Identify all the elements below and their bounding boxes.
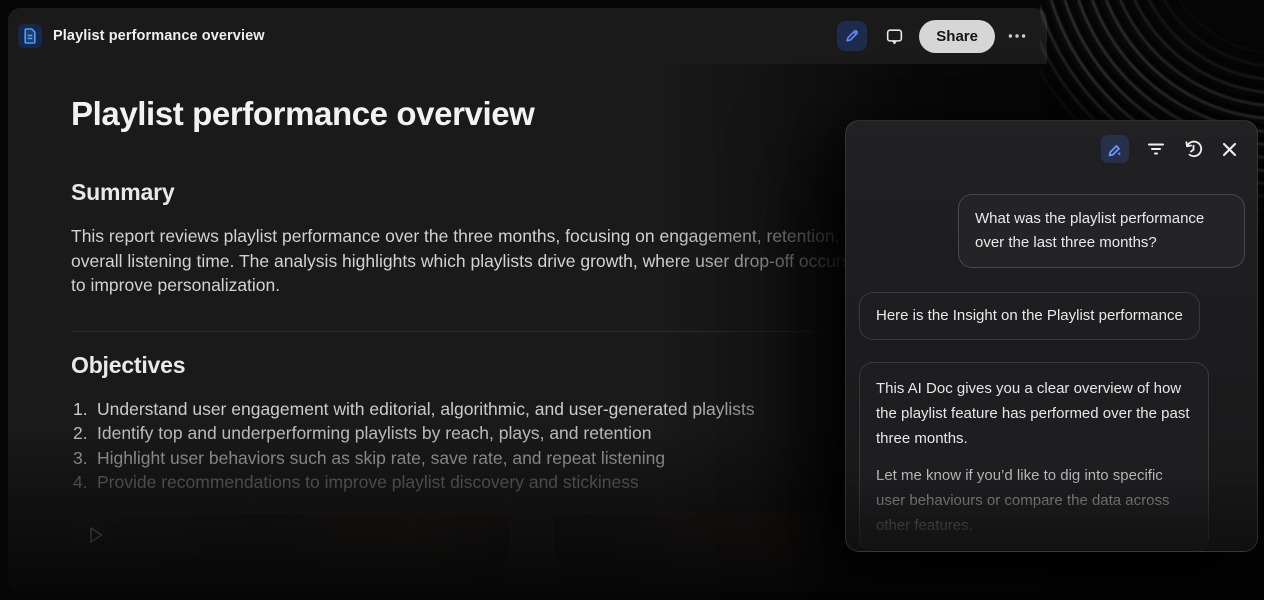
comment-icon[interactable] [879,21,909,51]
list-item-number: 2. [71,421,91,446]
filter-icon[interactable] [1146,141,1166,157]
assistant-message-bubble: This AI Doc gives you a clear overview o… [859,362,1209,552]
edit-pencil-icon[interactable] [837,21,867,51]
assistant-message-bubble: Here is the Insight on the Playlist perf… [859,292,1200,340]
list-item-number: 1. [71,397,91,422]
share-button[interactable]: Share [919,20,995,53]
list-item-number: 3. [71,446,91,471]
assistant-message-paragraph: Let me know if you’d like to dig into sp… [876,463,1192,538]
more-ellipsis-icon[interactable] [1003,21,1031,51]
list-item-text: Identify top and underperforming playlis… [91,421,652,446]
document-title-topbar: Playlist performance overview [53,28,265,44]
chat-toolbar [846,121,1257,163]
image-embed-card[interactable] [553,513,853,592]
list-item-number: 4. [71,470,91,495]
chat-messages: What was the playlist performance over t… [846,194,1257,552]
ai-edit-icon[interactable] [1101,135,1129,163]
play-icon [87,525,105,545]
media-embed-card[interactable] [71,513,511,592]
close-icon[interactable] [1221,141,1238,158]
list-item-text: Understand user engagement with editoria… [91,397,755,422]
list-item-text: Highlight user behaviors such as skip ra… [91,446,665,471]
embedded-cards-row [71,513,853,592]
user-message-bubble: What was the playlist performance over t… [958,194,1245,268]
section-divider [71,331,861,332]
topbar: Playlist performance overview Share [8,8,1047,64]
list-item-text: Provide recommendations to improve playl… [91,470,639,495]
ai-chat-panel: What was the playlist performance over t… [845,120,1258,552]
document-icon [18,24,42,48]
history-icon[interactable] [1183,139,1204,160]
assistant-message-paragraph: This AI Doc gives you a clear overview o… [876,376,1192,451]
